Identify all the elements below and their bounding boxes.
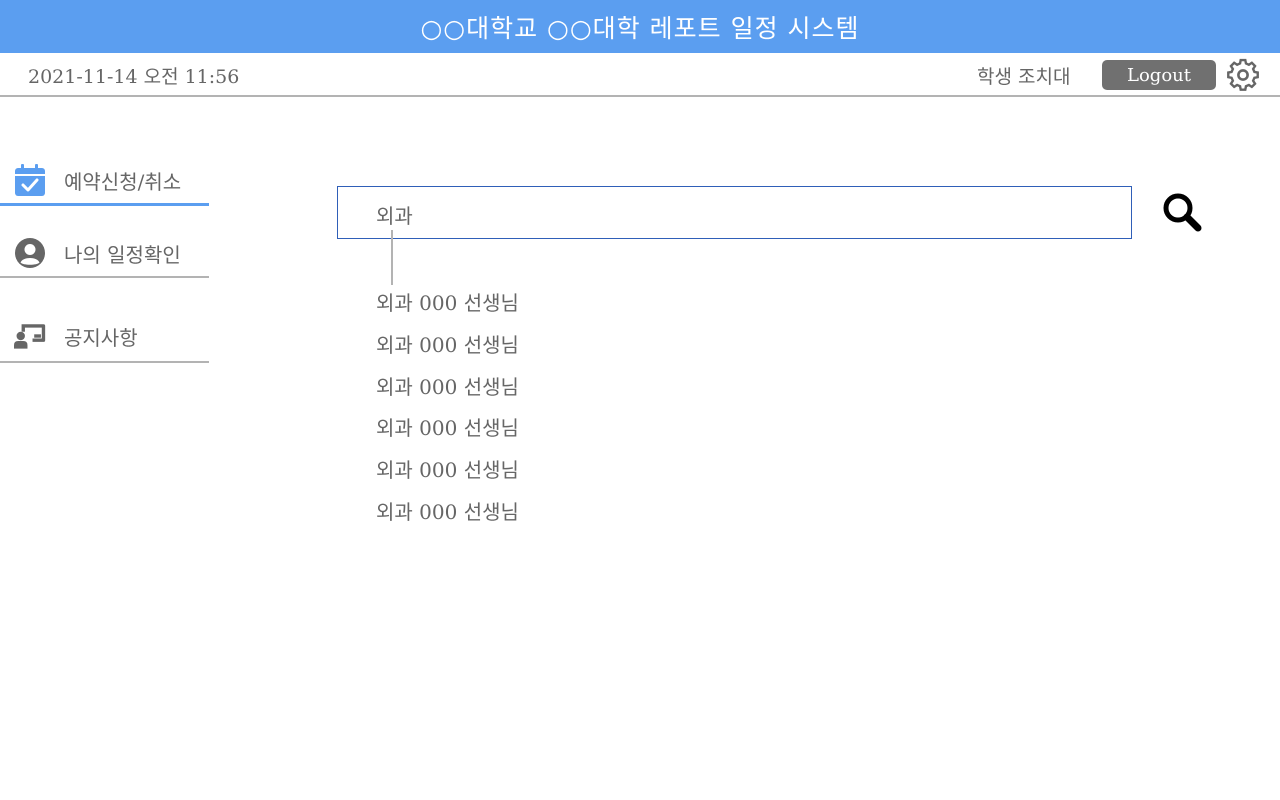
- sidebar-item-label: 나의 일정확인: [64, 242, 181, 267]
- suggestion-list: 외과 000 선생님 외과 000 선생님 외과 000 선생님 외과 000 …: [376, 289, 519, 540]
- search-field[interactable]: 외과: [337, 186, 1132, 239]
- suggestion-item[interactable]: 외과 000 선생님: [376, 373, 519, 415]
- suggestion-item[interactable]: 외과 000 선생님: [376, 414, 519, 456]
- sidebar-item-reservation[interactable]: 예약신청/취소: [0, 157, 209, 206]
- info-bar: 2021-11-14 오전 11:56 학생 조치대 Logout: [0, 53, 1280, 97]
- sidebar-item-my-schedule[interactable]: 나의 일정확인: [0, 230, 209, 278]
- suggestion-item[interactable]: 외과 000 선생님: [376, 331, 519, 373]
- current-datetime: 2021-11-14 오전 11:56: [28, 66, 240, 88]
- search-icon[interactable]: [1162, 192, 1202, 232]
- logout-button[interactable]: Logout: [1102, 60, 1216, 90]
- chalkboard-user-icon: [14, 319, 46, 353]
- search-input[interactable]: 외과: [376, 200, 413, 229]
- user-name: 학생 조치대: [977, 66, 1071, 88]
- suggestion-item[interactable]: 외과 000 선생님: [376, 498, 519, 540]
- gear-icon[interactable]: [1226, 58, 1260, 92]
- sidebar-item-notice[interactable]: 공지사항: [0, 311, 209, 363]
- user-circle-icon: [14, 236, 46, 270]
- app-title: ○○대학교 ○○대학 레포트 일정 시스템: [420, 13, 860, 43]
- suggestion-item[interactable]: 외과 000 선생님: [376, 456, 519, 498]
- dropdown-connector: [391, 230, 393, 285]
- title-bar: ○○대학교 ○○대학 레포트 일정 시스템: [0, 0, 1280, 53]
- calendar-check-icon: [14, 163, 46, 197]
- sidebar-item-label: 공지사항: [64, 325, 138, 350]
- sidebar-item-label: 예약신청/취소: [64, 169, 182, 194]
- suggestion-item[interactable]: 외과 000 선생님: [376, 289, 519, 331]
